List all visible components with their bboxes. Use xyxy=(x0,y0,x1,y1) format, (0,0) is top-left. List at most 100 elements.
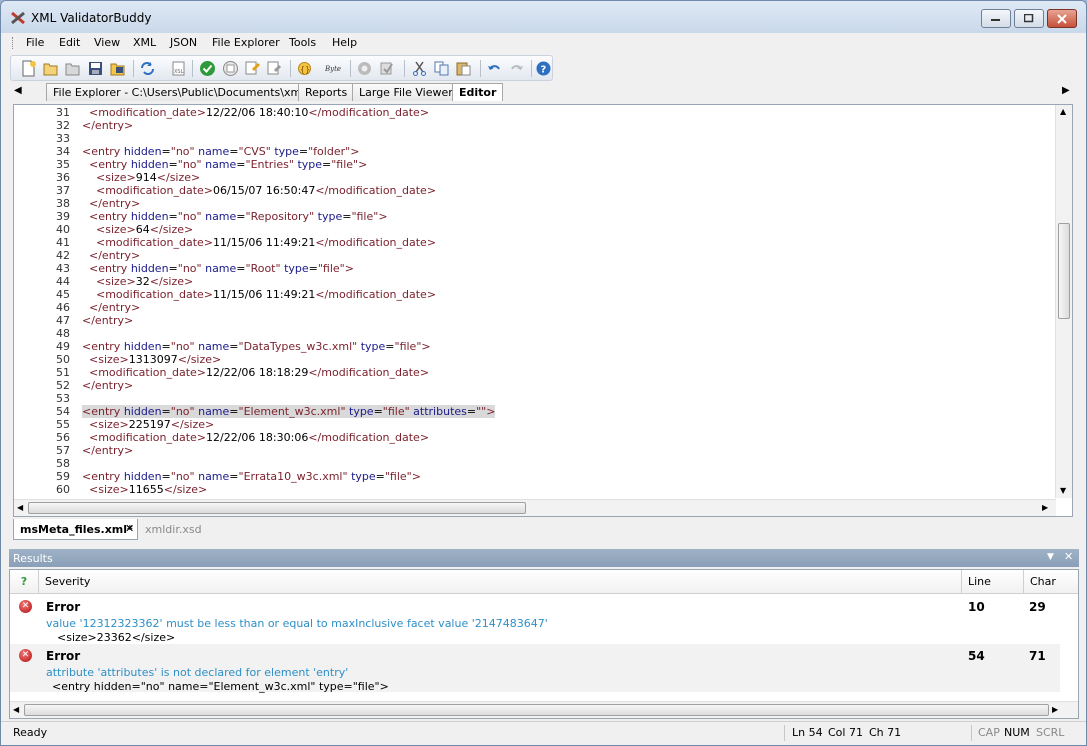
code-line[interactable]: 38 </entry> xyxy=(14,197,1056,210)
code-line[interactable]: 41 <modification_date>11/15/06 11:49:21<… xyxy=(14,236,1056,249)
panel-menu-icon[interactable]: ▼ xyxy=(1047,552,1054,562)
line-text: <entry hidden="no" name="Errata10_w3c.xm… xyxy=(82,470,421,483)
file-tab-msmeta[interactable]: msMeta_files.xml* ✕ xyxy=(13,519,138,540)
status-col: Col 71 xyxy=(828,726,863,739)
menu-file-explorer[interactable]: File Explorer xyxy=(212,36,280,49)
results-horizontal-scrollbar[interactable]: ◀ ▶ xyxy=(10,701,1078,718)
tab-scroll-right-icon[interactable]: ▶ xyxy=(1062,85,1070,96)
tab-file-explorer[interactable]: File Explorer - C:\Users\Public\Document… xyxy=(46,83,312,101)
tab-large-file-viewer[interactable]: Large File Viewer xyxy=(352,83,460,101)
save-icon[interactable] xyxy=(87,60,104,77)
code-line[interactable]: 43 <entry hidden="no" name="Root" type="… xyxy=(14,262,1056,275)
col-header-severity[interactable]: Severity xyxy=(39,570,962,594)
code-line[interactable]: 35 <entry hidden="no" name="Entries" typ… xyxy=(14,158,1056,171)
copy-icon[interactable] xyxy=(433,60,450,77)
code-line[interactable]: 46 </entry> xyxy=(14,301,1056,314)
code-line[interactable]: 49 <entry hidden="no" name="DataTypes_w3c… xyxy=(14,340,1056,353)
code-line[interactable]: 60 <size>11655</size> xyxy=(14,483,1056,496)
format-xml-icon[interactable]: {} xyxy=(296,60,313,77)
col-header-char[interactable]: Char xyxy=(1024,570,1078,594)
code-area[interactable]: 31 <modification_date>12/22/06 18:40:10<… xyxy=(14,106,1056,499)
menu-edit[interactable]: Edit xyxy=(59,36,80,49)
vertical-scrollbar[interactable]: ▲ ▼ xyxy=(1055,105,1072,498)
new-file-icon[interactable] xyxy=(20,60,37,77)
save-all-icon[interactable] xyxy=(109,60,126,77)
menu-json[interactable]: JSON xyxy=(170,36,197,49)
refresh-icon[interactable] xyxy=(139,60,156,77)
close-tab-icon[interactable]: ✕ xyxy=(125,522,134,535)
properties-icon[interactable] xyxy=(378,60,395,77)
menu-tools[interactable]: Tools xyxy=(289,36,316,49)
code-line[interactable]: 47 </entry> xyxy=(14,314,1056,327)
code-line[interactable]: 32 </entry> xyxy=(14,119,1056,132)
results-scroll-thumb[interactable] xyxy=(24,704,1049,716)
code-line[interactable]: 55 <size>225197</size> xyxy=(14,418,1056,431)
code-line[interactable]: 52 </entry> xyxy=(14,379,1056,392)
code-line[interactable]: 51 <modification_date>12/22/06 18:18:29<… xyxy=(14,366,1056,379)
code-line[interactable]: 42 </entry> xyxy=(14,249,1056,262)
line-number: 32 xyxy=(56,119,70,132)
code-line[interactable]: 59 <entry hidden="no" name="Errata10_w3c.… xyxy=(14,470,1056,483)
result-row[interactable]: ✕ Error value '12312323362' must be less… xyxy=(10,595,1060,644)
menu-xml[interactable]: XML xyxy=(133,36,156,49)
code-line[interactable]: 33 xyxy=(14,132,1056,145)
tab-editor[interactable]: Editor xyxy=(452,83,504,101)
menu-file[interactable]: File xyxy=(26,36,44,49)
validate-check-icon[interactable] xyxy=(199,60,216,77)
scroll-left-icon[interactable]: ◀ xyxy=(13,705,19,714)
code-line[interactable]: 37 <modification_date>06/15/07 16:50:47<… xyxy=(14,184,1056,197)
help-icon[interactable]: ? xyxy=(535,60,552,77)
batch-icon[interactable] xyxy=(266,60,283,77)
find-icon[interactable] xyxy=(356,60,373,77)
scroll-left-icon[interactable]: ◀ xyxy=(17,503,23,512)
code-line[interactable]: 36 <size>914</size> xyxy=(14,171,1056,184)
result-row[interactable]: ✕ Error attribute 'attributes' is not de… xyxy=(10,644,1060,693)
col-header-line[interactable]: Line xyxy=(962,570,1024,594)
redo-icon[interactable] xyxy=(508,60,525,77)
code-editor[interactable]: 31 <modification_date>12/22/06 18:40:10<… xyxy=(13,104,1073,517)
transform-icon[interactable] xyxy=(244,60,261,77)
code-line[interactable]: 50 <size>1313097</size> xyxy=(14,353,1056,366)
scroll-up-icon[interactable]: ▲ xyxy=(1060,107,1066,116)
scroll-down-icon[interactable]: ▼ xyxy=(1060,486,1066,495)
byte-icon[interactable]: Byte xyxy=(325,60,342,77)
line-text: <size>225197</size> xyxy=(89,418,215,431)
code-line[interactable]: 39 <entry hidden="no" name="Repository" … xyxy=(14,210,1056,223)
xsl-icon[interactable]: XSL xyxy=(170,60,187,77)
col-header-icon[interactable]: ? xyxy=(10,570,39,594)
code-line[interactable]: 54 <entry hidden="no" name="Element_w3c.x… xyxy=(14,405,1056,418)
tab-scroll-left-icon[interactable]: ◀ xyxy=(14,85,22,96)
code-line[interactable]: 45 <modification_date>11/15/06 11:49:21<… xyxy=(14,288,1056,301)
scroll-right-icon[interactable]: ▶ xyxy=(1052,705,1058,714)
result-line: 10 xyxy=(968,600,985,614)
check-wellformed-icon[interactable] xyxy=(222,60,239,77)
scroll-right-icon[interactable]: ▶ xyxy=(1042,503,1048,512)
results-title: Results xyxy=(13,552,53,565)
code-line[interactable]: 56 <modification_date>12/22/06 18:30:06<… xyxy=(14,431,1056,444)
vertical-scroll-thumb[interactable] xyxy=(1058,223,1070,319)
tab-reports[interactable]: Reports xyxy=(298,83,355,101)
horizontal-scrollbar[interactable]: ◀ ▶ xyxy=(14,499,1056,516)
menu-view[interactable]: View xyxy=(94,36,120,49)
code-line[interactable]: 53 xyxy=(14,392,1056,405)
cut-icon[interactable] xyxy=(411,60,428,77)
code-line[interactable]: 48 xyxy=(14,327,1056,340)
file-tab-xmldir[interactable]: xmldir.xsd xyxy=(139,519,208,540)
menu-help[interactable]: Help xyxy=(332,36,357,49)
horizontal-scroll-thumb[interactable] xyxy=(28,502,526,514)
result-context: <entry hidden="no" name="Element_w3c.xml… xyxy=(52,680,389,693)
code-line[interactable]: 57 </entry> xyxy=(14,444,1056,457)
code-line[interactable]: 44 <size>32</size> xyxy=(14,275,1056,288)
close-button[interactable] xyxy=(1047,9,1077,28)
paste-icon[interactable] xyxy=(455,60,472,77)
maximize-button[interactable] xyxy=(1014,9,1044,28)
open-icon[interactable] xyxy=(42,60,59,77)
undo-icon[interactable] xyxy=(486,60,503,77)
open-folder-icon[interactable] xyxy=(64,60,81,77)
panel-close-icon[interactable]: ✕ xyxy=(1064,550,1073,563)
code-line[interactable]: 58 xyxy=(14,457,1056,470)
code-line[interactable]: 31 <modification_date>12/22/06 18:40:10<… xyxy=(14,106,1056,119)
code-line[interactable]: 34 <entry hidden="no" name="CVS" type="fo… xyxy=(14,145,1056,158)
code-line[interactable]: 40 <size>64</size> xyxy=(14,223,1056,236)
minimize-button[interactable] xyxy=(981,9,1011,28)
